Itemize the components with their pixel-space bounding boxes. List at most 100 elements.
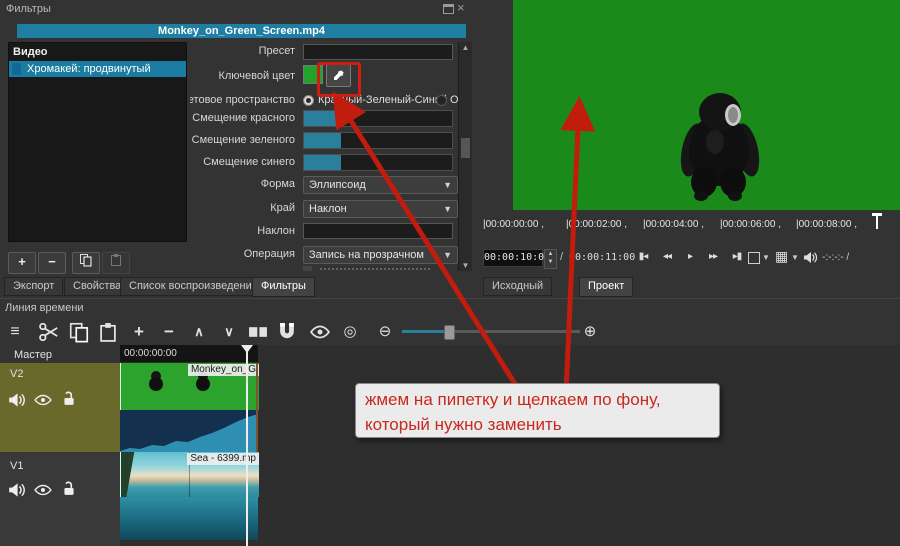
scroll-down-icon[interactable]: ▼ [459, 261, 472, 270]
scrollbar-thumb[interactable] [461, 138, 470, 158]
video-preview[interactable] [513, 0, 900, 210]
operation-label: Операция [190, 248, 295, 260]
blue-offset-slider[interactable] [303, 154, 453, 171]
timeline-playhead[interactable] [246, 345, 248, 546]
skip-to-end-button[interactable]: ▸▮ [727, 251, 747, 266]
tab-project[interactable]: Проект [579, 277, 633, 297]
lift-icon[interactable]: ∧ [188, 321, 210, 343]
slope-label: Наклон [190, 225, 295, 237]
rewind-button[interactable]: ◂◂ [657, 251, 677, 266]
split-icon[interactable] [247, 321, 269, 343]
operation-value: Запись на прозрачном [309, 249, 424, 261]
append-icon[interactable]: + [128, 321, 150, 343]
radio-hsl[interactable] [436, 95, 447, 106]
lock-icon[interactable] [60, 480, 78, 496]
track-header-v2[interactable]: V2 [0, 363, 120, 452]
tab-filters[interactable]: Фильтры [252, 277, 315, 297]
track-header-v1[interactable]: V1 [0, 452, 120, 546]
annotation-note: жмем на пипетку и щелкаем по фону, котор… [355, 383, 720, 438]
current-time-field[interactable]: 00:00:10:00 [483, 249, 543, 267]
slope-input[interactable] [303, 223, 453, 239]
zoom-fit-icon[interactable] [748, 252, 760, 264]
monkey-image [671, 84, 771, 202]
shotcut-window: Фильтры × Monkey_on_Green_Screen.mp4 Вид… [0, 0, 900, 546]
green-offset-slider[interactable] [303, 132, 453, 149]
add-filter-button[interactable]: + [8, 252, 36, 274]
filter-category-header: Видео [9, 43, 186, 61]
zoom-out-icon[interactable]: ⊖ [374, 321, 396, 343]
timeline-menu-icon[interactable]: ≡ [4, 321, 26, 343]
v1-clip-sea[interactable]: Sea - 6399.mp [120, 452, 258, 540]
paste-filters-button[interactable] [102, 252, 130, 274]
hide-eye-icon[interactable] [34, 482, 52, 498]
grid-dropdown-icon[interactable]: ▼ [791, 253, 799, 262]
filter-list[interactable]: Видео Хромакей: продвинутый [8, 42, 187, 242]
time-spinner[interactable]: ▲▼ [544, 249, 557, 269]
red-offset-slider[interactable] [303, 110, 453, 127]
master-track-label[interactable]: Мастер [14, 349, 52, 361]
tab-export[interactable]: Экспорт [4, 277, 63, 296]
dock-close-icon[interactable]: × [457, 0, 465, 15]
overwrite-icon[interactable]: ∨ [218, 321, 240, 343]
radio-rgb[interactable] [303, 95, 314, 106]
preview-playhead-stem[interactable] [876, 214, 878, 229]
paste-icon[interactable] [97, 321, 119, 343]
total-duration: 00:00:11:00 [569, 252, 635, 263]
annotation-line2: который нужно заменить [365, 412, 710, 437]
filter-list-item-chromakey[interactable]: Хромакей: продвинутый [9, 61, 186, 77]
preview-tick-4: |00:00:04:00 , [643, 219, 704, 230]
lock-icon[interactable] [60, 390, 78, 406]
preview-tick-2: |00:00:02:00 , [566, 219, 627, 230]
play-button[interactable]: ▸ [682, 251, 698, 266]
chevron-down-icon: ▼ [443, 177, 452, 193]
copy-filters-button[interactable] [72, 252, 100, 274]
paste-icon [109, 253, 123, 267]
scrub-eye-icon[interactable] [309, 321, 331, 343]
fast-forward-button[interactable]: ▸▸ [703, 251, 723, 266]
timeline-ruler[interactable]: 00:00:00:00 [120, 345, 258, 362]
operation-dropdown[interactable]: Запись на прозрачном ▼ [303, 246, 458, 264]
v1-label: V1 [10, 460, 23, 472]
timeline-zoom-slider-handle[interactable] [444, 325, 455, 340]
preview-tick-8: |00:00:08:00 , [796, 219, 857, 230]
shape-dropdown[interactable]: Эллипсоид▼ [303, 176, 458, 194]
chevron-down-icon: ▼ [443, 247, 452, 263]
params-scrollbar[interactable]: ▲ ▼ [458, 42, 472, 271]
tab-source[interactable]: Исходный [483, 277, 552, 296]
tab-playlist[interactable]: Список воспроизведения [120, 277, 267, 296]
radio-hsl-label: От [450, 94, 458, 106]
hide-eye-icon[interactable] [34, 392, 52, 408]
remove-filter-button[interactable]: − [38, 252, 66, 274]
zoom-fit-dropdown-icon[interactable]: ▼ [762, 253, 770, 262]
edge-value: Наклон [309, 203, 347, 215]
grid-icon[interactable]: ▦ [775, 248, 788, 265]
ripple-markers-icon[interactable]: ◎ [339, 321, 361, 343]
edge-dropdown[interactable]: Наклон ▼ [303, 200, 458, 218]
preview-tick-0: |00:00:00:00 , [483, 219, 544, 230]
snap-magnet-icon[interactable] [276, 321, 298, 343]
copy-icon [79, 253, 93, 267]
chevron-down-icon: ▼ [443, 201, 452, 217]
v1-clip-video-thumbnails: Sea - 6399.mp [120, 452, 259, 497]
skip-to-start-button[interactable]: ▮◂ [633, 251, 653, 266]
selected-duration-placeholder: -:-:-:- / [822, 252, 849, 263]
dock-float-icon[interactable] [443, 4, 454, 14]
edge-label: Край [190, 202, 295, 214]
ripple-delete-icon[interactable]: − [158, 321, 180, 343]
filters-panel-title: Фильтры [6, 3, 51, 15]
scroll-up-icon[interactable]: ▲ [459, 43, 472, 52]
v2-clip-monkey[interactable]: Monkey_on_G [120, 363, 258, 452]
cut-icon[interactable] [38, 321, 60, 343]
blue-offset-label: Смещение синего [190, 156, 295, 168]
red-offset-label: Смещение красного [190, 112, 295, 124]
mute-speaker-icon[interactable] [8, 482, 26, 498]
filter-target-clip-title: Monkey_on_Green_Screen.mp4 [17, 24, 466, 38]
mute-speaker-icon[interactable] [8, 392, 26, 408]
timeline-panel-title: Линия времени [5, 302, 84, 314]
preset-input[interactable] [303, 44, 453, 60]
timeline-zoom-slider-fill [402, 330, 448, 333]
copy-icon[interactable] [68, 321, 90, 343]
zoom-in-icon[interactable]: ⊕ [579, 321, 601, 343]
volume-icon[interactable] [803, 251, 818, 264]
timeline-playhead-marker[interactable] [241, 345, 253, 353]
